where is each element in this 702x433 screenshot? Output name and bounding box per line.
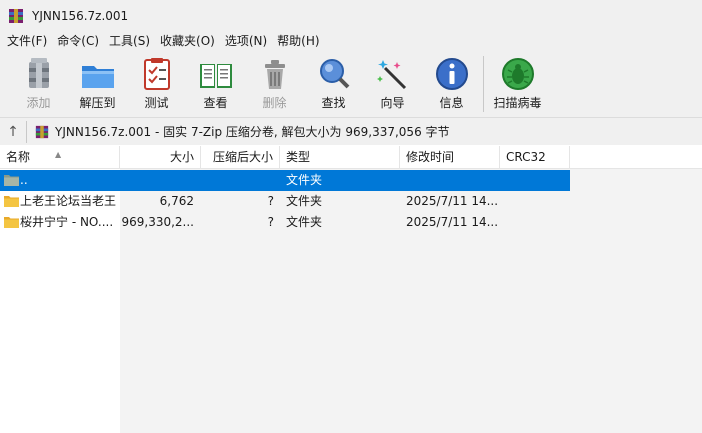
folder-icon [4,195,19,207]
test-button[interactable]: 测试 [127,50,186,114]
menu-commands[interactable]: 命令(C) [52,32,104,50]
add-button[interactable]: 添加 [9,50,68,114]
cell-type: 文件夹 [286,215,323,229]
column-crc-label: CRC32 [506,150,546,164]
add-label: 添加 [26,96,51,110]
path-text: YJNN156.7z.001 - 固实 7-Zip 压缩分卷, 解包大小为 96… [55,125,450,139]
checklist-icon [139,56,175,92]
menu-tools[interactable]: 工具(S) [104,32,155,50]
bug-icon [500,56,536,92]
find-button[interactable]: 查找 [304,50,363,114]
toolbar: 添加 解压到 测试 查看 删除 查找 向导 信息 扫描病毒 [0,50,702,117]
open-book-icon [198,56,234,92]
view-label: 查看 [203,96,228,110]
menu-favorites[interactable]: 收藏夹(O) [155,32,220,50]
column-size-label: 大小 [169,150,194,164]
info-label: 信息 [439,96,464,110]
table-row-parent[interactable]: .. 文件夹 [0,170,570,191]
cell-modified: 2025/7/11 14... [406,215,498,229]
file-list-header: 名称 ▲ 大小 压缩后大小 类型 修改时间 CRC32 [0,146,702,169]
column-modified-header[interactable]: 修改时间 [400,146,500,169]
info-button[interactable]: 信息 [422,50,481,114]
up-one-level-button[interactable]: ↑ [0,119,26,145]
extract-to-button[interactable]: 解压到 [68,50,127,114]
window-title: YJNN156.7z.001 [32,9,129,23]
trash-icon [257,56,293,92]
extract-to-label: 解压到 [79,96,116,110]
menu-help[interactable]: 帮助(H) [272,32,324,50]
column-size-header[interactable]: 大小 [120,146,201,169]
add-archive-icon [21,56,57,92]
column-packed-label: 压缩后大小 [212,150,273,164]
column-crc-header[interactable]: CRC32 [500,146,570,169]
address-separator [26,120,27,143]
address-bar: ↑ YJNN156.7z.001 - 固实 7-Zip 压缩分卷, 解包大小为 … [0,117,702,145]
scan-virus-label: 扫描病毒 [493,96,542,110]
cell-modified: 2025/7/11 14... [406,194,498,208]
title-bar: YJNN156.7z.001 [0,0,702,32]
delete-button[interactable]: 删除 [245,50,304,114]
scan-virus-button[interactable]: 扫描病毒 [488,50,547,114]
cell-packed: ? [267,215,274,229]
toolbar-separator [483,56,484,112]
wizard-label: 向导 [380,96,405,110]
cell-size: 969,330,2... [121,215,194,229]
view-button[interactable]: 查看 [186,50,245,114]
cell-type: 文件夹 [286,173,323,187]
arrow-up-icon: ↑ [7,123,19,140]
archive-icon [35,125,49,139]
menu-options[interactable]: 选项(N) [220,32,272,50]
file-list: .. 文件夹 上老王论坛当老王 6,762 ? 文件夹 2025/7/11 14… [0,169,702,433]
delete-label: 删除 [262,96,287,110]
cell-size: 6,762 [159,194,194,208]
table-row[interactable]: 上老王论坛当老王 6,762 ? 文件夹 2025/7/11 14... [0,191,570,212]
menu-bar: 文件(F) 命令(C) 工具(S) 收藏夹(O) 选项(N) 帮助(H) [0,32,702,50]
table-row[interactable]: 桜井宁宁 - NO.... 969,330,2... ? 文件夹 2025/7/… [0,212,570,233]
extract-folder-icon [80,56,116,92]
menu-file[interactable]: 文件(F) [2,32,52,50]
cell-type: 文件夹 [286,194,323,208]
winrar-app-icon [8,8,24,24]
cell-name: .. [20,173,28,187]
folder-icon [4,216,19,228]
folder-icon [4,174,19,186]
info-icon [434,56,470,92]
column-type-header[interactable]: 类型 [280,146,400,169]
test-label: 测试 [144,96,169,110]
sort-ascending-icon: ▲ [55,150,62,159]
cell-name: 上老王论坛当老王 [20,194,117,208]
column-modified-label: 修改时间 [406,150,455,164]
cell-name: 桜井宁宁 - NO.... [20,215,114,229]
column-name-header[interactable]: 名称 ▲ [0,146,120,169]
column-type-label: 类型 [286,150,311,164]
magic-wand-icon [375,56,411,92]
cell-packed: ? [267,194,274,208]
column-name-label: 名称 [6,150,31,164]
magnifier-icon [316,56,352,92]
wizard-button[interactable]: 向导 [363,50,422,114]
find-label: 查找 [321,96,346,110]
path-field[interactable]: YJNN156.7z.001 - 固实 7-Zip 压缩分卷, 解包大小为 96… [31,119,702,144]
column-packed-header[interactable]: 压缩后大小 [201,146,280,169]
